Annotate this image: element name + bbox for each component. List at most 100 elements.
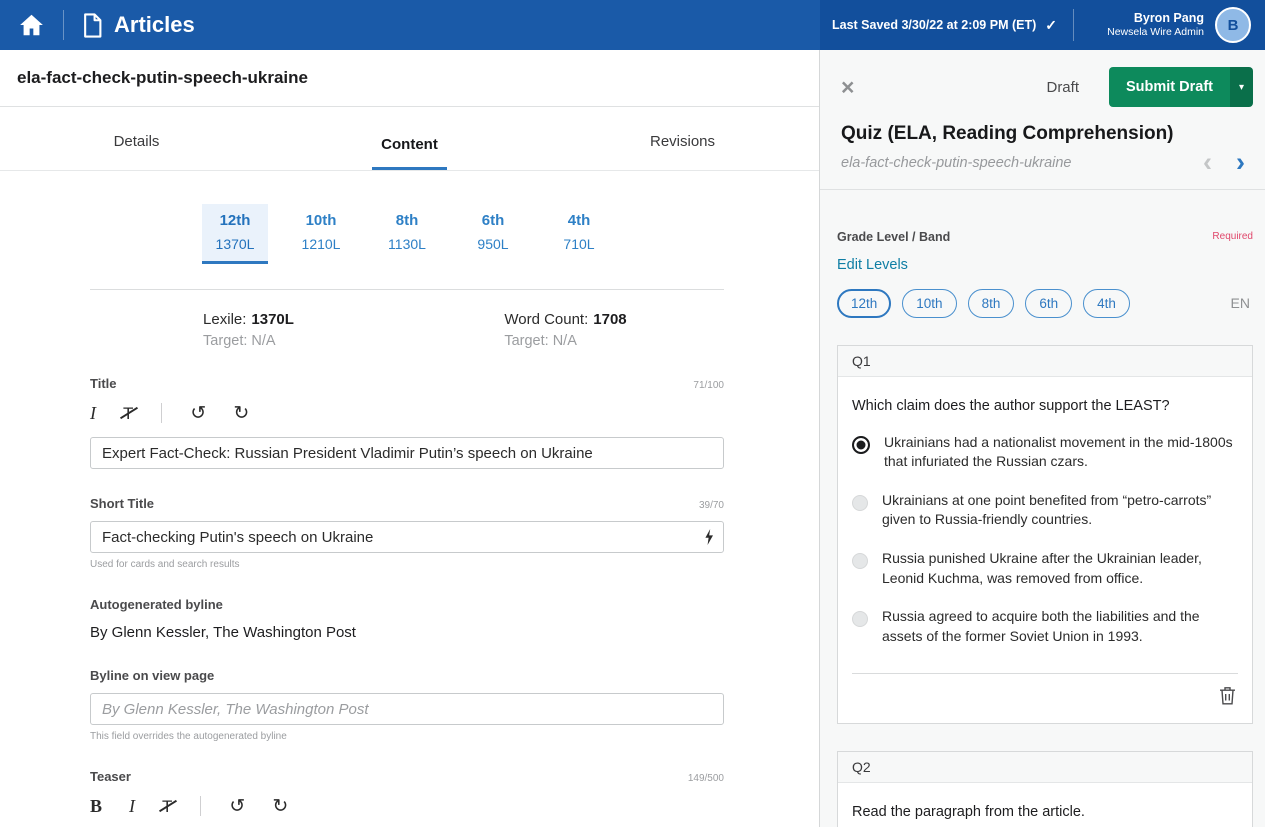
articles-title-group: Articles (82, 12, 195, 39)
question-prompt: Which claim does the author support the … (852, 397, 1170, 414)
user-name: Byron Pang (1133, 11, 1204, 26)
tab-revisions[interactable]: Revisions (546, 107, 819, 170)
status-badge: Draft (1046, 78, 1079, 96)
italic-button[interactable]: I (90, 404, 96, 422)
answer-option-2[interactable]: Ukrainians at one point benefited from “… (852, 491, 1238, 530)
delete-question-trash-icon[interactable] (1219, 686, 1236, 705)
answer-option-1[interactable]: Ukrainians had a nationalist movement in… (852, 433, 1238, 472)
next-chevron-icon[interactable]: › (1224, 149, 1253, 176)
wordcount-label: Word Count: (504, 311, 589, 328)
teaser-char-counter: 149/500 (687, 773, 724, 784)
teaser-label: Teaser (90, 769, 131, 784)
radio-icon[interactable] (852, 494, 868, 511)
quiz-subtitle: ela-fact-check-putin-speech-ukraine (841, 154, 1072, 171)
grade-tab-8th[interactable]: 8th 1130L (374, 204, 440, 264)
undo-button[interactable]: ↺ (229, 797, 245, 816)
pill-12th[interactable]: 12th (837, 288, 892, 318)
short-title-helper: Used for cards and search results (90, 559, 240, 570)
wordcount-value: 1708 (593, 311, 627, 328)
title-input[interactable] (90, 437, 724, 469)
redo-button[interactable]: ↻ (233, 404, 249, 423)
question-card-q1: Q1 Which claim does the author support t… (837, 344, 1253, 725)
bold-button[interactable]: B (90, 797, 102, 815)
pill-4th[interactable]: 4th (1083, 288, 1130, 318)
quiz-panel: × Draft Submit Draft ▾ Quiz (ELA, Readin… (820, 50, 1265, 827)
editor-content: 12th 1370L 10th 1210L 8th 1130L 6th 950L… (0, 171, 819, 827)
italic-button[interactable]: I (129, 797, 135, 815)
user-text: Byron Pang Newsela Wire Admin (1107, 10, 1204, 40)
undo-button[interactable]: ↺ (190, 404, 206, 423)
section-divider (90, 289, 724, 290)
last-saved-status: Last Saved 3/30/22 at 2:09 PM (ET) (832, 18, 1037, 32)
user-role: Newsela Wire Admin (1107, 26, 1204, 39)
submit-dropdown-caret-icon[interactable]: ▾ (1230, 67, 1253, 107)
view-byline-input[interactable] (90, 693, 724, 725)
grade-level-tabs: 12th 1370L 10th 1210L 8th 1130L 6th 950L… (90, 204, 724, 264)
toolbar-divider (161, 403, 163, 423)
topbar: Articles Last Saved 3/30/22 at 2:09 PM (… (0, 0, 1265, 50)
short-title-wrap (90, 521, 724, 553)
edit-levels-link[interactable]: Edit Levels (837, 257, 908, 273)
grade-band-label: Grade Level / Band (837, 229, 951, 244)
user-menu[interactable]: Byron Pang Newsela Wire Admin B (1074, 7, 1251, 43)
clear-format-button[interactable]: T (162, 798, 172, 815)
article-editor: ela-fact-check-putin-speech-ukraine Deta… (0, 50, 820, 827)
question-prompt: Read the paragraph from the article. (852, 804, 1085, 821)
clear-format-button[interactable]: T (123, 405, 133, 422)
question-id: Q1 (838, 345, 1252, 377)
prev-chevron-icon[interactable]: ‹ (1191, 149, 1224, 176)
saved-check-icon: ✓ (1045, 16, 1057, 33)
quiz-panel-header: × Draft Submit Draft ▾ Quiz (ELA, Readin… (820, 50, 1265, 190)
topbar-divider (63, 10, 64, 40)
close-icon[interactable]: × (841, 75, 854, 99)
view-byline-helper: This field overrides the autogenerated b… (90, 731, 287, 742)
auto-byline-value: By Glenn Kessler, The Washington Post (90, 624, 356, 641)
band-pills: 12th 10th 8th 6th 4th EN (837, 288, 1253, 318)
tab-details[interactable]: Details (0, 107, 273, 170)
lexile-label: Lexile: (203, 311, 247, 328)
editor-tabs: Details Content Revisions (0, 107, 819, 171)
grade-tab-4th[interactable]: 4th 710L (546, 204, 612, 264)
submit-draft-label[interactable]: Submit Draft (1109, 67, 1230, 107)
answer-option-4[interactable]: Russia agreed to acquire both the liabil… (852, 607, 1238, 646)
autofill-bolt-icon[interactable] (704, 529, 714, 545)
auto-byline-label: Autogenerated byline (90, 597, 223, 612)
app-title: Articles (114, 12, 195, 37)
pill-6th[interactable]: 6th (1025, 288, 1073, 318)
lexile-target: Target: N/A (203, 333, 276, 349)
title-field-head: Title 71/100 (90, 376, 724, 391)
radio-selected-icon[interactable] (852, 435, 870, 454)
question-card-q2: Q2 Read the paragraph from the article. (837, 751, 1253, 827)
short-title-char-counter: 39/70 (698, 500, 724, 511)
pill-10th[interactable]: 10th (902, 288, 957, 318)
grade-tab-6th[interactable]: 6th 950L (460, 204, 526, 264)
article-slug: ela-fact-check-putin-speech-ukraine (17, 68, 308, 87)
grade-tab-10th[interactable]: 10th 1210L (288, 204, 354, 264)
title-label: Title (90, 376, 117, 391)
grade-tab-12th[interactable]: 12th 1370L (202, 204, 268, 264)
redo-button[interactable]: ↻ (272, 797, 288, 816)
lexile-value: 1370L (251, 311, 294, 328)
topbar-right: Last Saved 3/30/22 at 2:09 PM (ET) ✓ Byr… (820, 0, 1265, 50)
tab-content[interactable]: Content (273, 107, 546, 170)
short-title-input[interactable] (90, 521, 724, 553)
toolbar-divider (200, 796, 202, 816)
radio-icon[interactable] (852, 552, 868, 569)
question-id: Q2 (838, 752, 1252, 784)
level-stats: Lexile: 1370L Target: N/A Word Count: 17… (90, 311, 724, 349)
home-button[interactable] (18, 12, 45, 38)
view-byline-head: Byline on view page (90, 668, 724, 683)
lexile-stat: Lexile: 1370L Target: N/A (203, 311, 294, 349)
view-byline-label: Byline on view page (90, 668, 215, 683)
articles-doc-icon (84, 12, 102, 38)
language-label: EN (1230, 295, 1250, 312)
pill-8th[interactable]: 8th (967, 288, 1015, 318)
avatar[interactable]: B (1215, 7, 1251, 43)
radio-icon[interactable] (852, 611, 868, 628)
submit-draft-button[interactable]: Submit Draft ▾ (1109, 67, 1253, 107)
teaser-field-head: Teaser 149/500 (90, 769, 724, 784)
topbar-left: Articles (0, 0, 820, 50)
auto-byline-head: Autogenerated byline (90, 597, 724, 612)
main-layout: ela-fact-check-putin-speech-ukraine Deta… (0, 50, 1265, 827)
answer-option-3[interactable]: Russia punished Ukraine after the Ukrain… (852, 549, 1238, 588)
